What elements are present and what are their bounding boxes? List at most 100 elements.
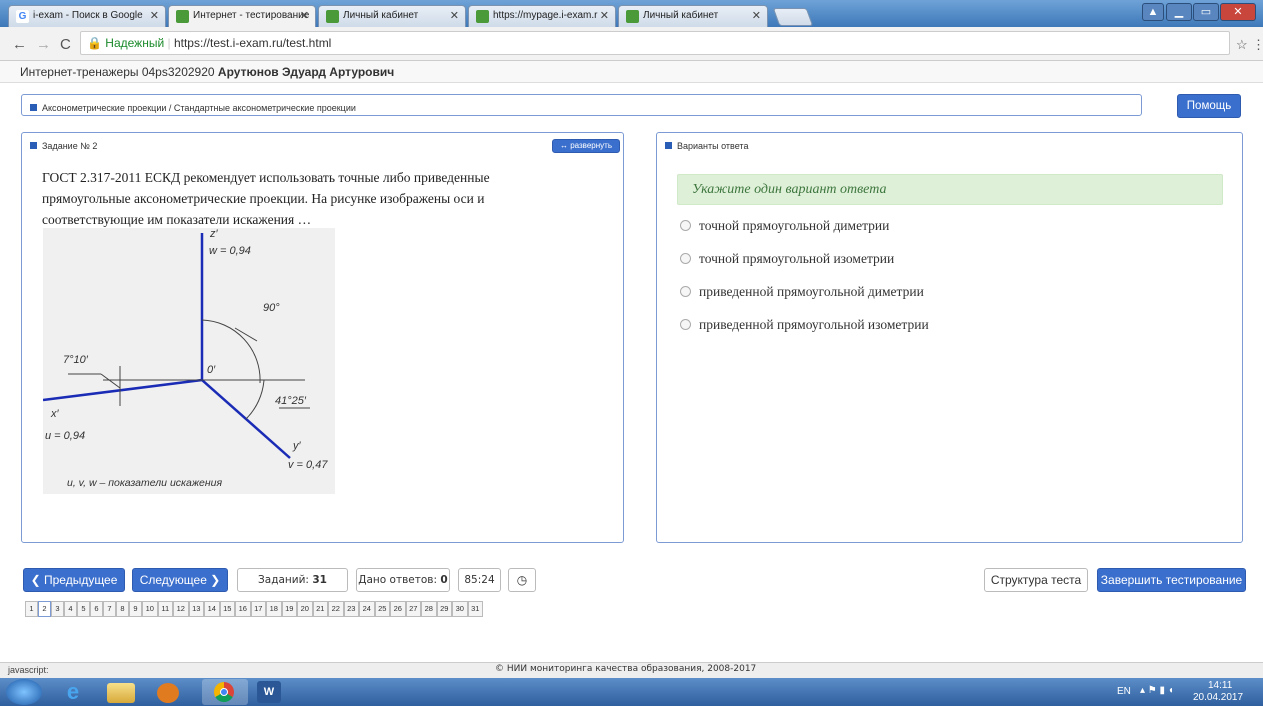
tab-google[interactable]: G i-exam - Поиск в Google ✕ bbox=[8, 5, 166, 27]
page-button[interactable]: 19 bbox=[281, 601, 297, 617]
close-icon[interactable]: ✕ bbox=[300, 9, 309, 22]
browser-tab-bar: G i-exam - Поиск в Google ✕ Интернет - т… bbox=[0, 0, 1263, 27]
finish-button[interactable]: Завершить тестирование bbox=[1097, 568, 1246, 592]
page-button[interactable]: 21 bbox=[312, 601, 328, 617]
page-button[interactable]: 17 bbox=[250, 601, 266, 617]
page-button[interactable]: 18 bbox=[266, 601, 282, 617]
page-button[interactable]: 9 bbox=[129, 601, 142, 617]
structure-button[interactable]: Структура теста bbox=[984, 568, 1088, 592]
radio-button[interactable] bbox=[680, 220, 691, 231]
google-icon: G bbox=[16, 10, 29, 23]
page-button[interactable]: 22 bbox=[328, 601, 344, 617]
back-icon[interactable]: ← bbox=[12, 36, 27, 53]
option-label: приведенной прямоугольной изометрии bbox=[699, 317, 929, 332]
page-button[interactable]: 27 bbox=[405, 601, 421, 617]
page-button[interactable]: 4 bbox=[64, 601, 77, 617]
restore-user-button[interactable]: ▲ bbox=[1142, 3, 1164, 21]
close-icon[interactable]: ✕ bbox=[752, 9, 761, 22]
z-label: z′ bbox=[210, 228, 218, 240]
question-text: ГОСТ 2.317-2011 ЕСКД рекомендует использ… bbox=[42, 170, 490, 227]
forward-icon[interactable]: → bbox=[36, 36, 51, 53]
page-button[interactable]: 25 bbox=[374, 601, 390, 617]
answered-count: 0 bbox=[440, 574, 448, 586]
star-icon[interactable]: ☆ bbox=[1236, 37, 1248, 53]
radio-button[interactable] bbox=[680, 319, 691, 330]
page-button[interactable]: 12 bbox=[173, 601, 189, 617]
close-icon[interactable]: ✕ bbox=[150, 9, 159, 22]
folder-icon[interactable] bbox=[107, 683, 135, 703]
page-button[interactable]: 7 bbox=[103, 601, 116, 617]
chrome-icon[interactable] bbox=[202, 679, 248, 705]
answered-label: Дано ответов: bbox=[358, 574, 438, 586]
answer-option-1[interactable]: точной прямоугольной диметрии bbox=[680, 218, 889, 234]
new-tab-button[interactable] bbox=[772, 8, 814, 26]
page-button[interactable]: 13 bbox=[188, 601, 204, 617]
page-button[interactable]: 23 bbox=[343, 601, 359, 617]
language-indicator[interactable]: EN bbox=[1117, 686, 1131, 697]
angle-90-label: 90° bbox=[263, 302, 280, 314]
secure-label: Надежный bbox=[105, 36, 165, 50]
bullet-icon bbox=[665, 142, 672, 149]
maximize-button[interactable]: ▭ bbox=[1193, 3, 1219, 21]
next-button[interactable]: Следующее ❯ bbox=[132, 568, 228, 592]
tasks-label: Заданий: bbox=[258, 574, 309, 586]
close-icon[interactable]: ✕ bbox=[600, 9, 609, 22]
tab-label: Интернет - тестирование bbox=[193, 10, 310, 21]
url-field[interactable]: 🔒 Надежный | https://test.i-exam.ru/test… bbox=[80, 31, 1230, 55]
user-name: Арутюнов Эдуард Артурович bbox=[217, 65, 395, 79]
page-button[interactable]: 6 bbox=[90, 601, 103, 617]
option-label: точной прямоугольной диметрии bbox=[699, 218, 890, 233]
page-button[interactable]: 11 bbox=[157, 601, 173, 617]
minimize-button[interactable]: ▁ bbox=[1166, 3, 1192, 21]
clock-button[interactable]: ◷ bbox=[508, 568, 536, 592]
clock-date[interactable]: 20.04.2017 bbox=[1193, 692, 1243, 703]
w-label: w = 0,94 bbox=[209, 245, 251, 257]
radio-button[interactable] bbox=[680, 286, 691, 297]
bullet-icon bbox=[30, 142, 37, 149]
page-button[interactable]: 2 bbox=[38, 601, 51, 617]
tray-icons[interactable]: ▴ ⚑ ▮ ◖ bbox=[1140, 685, 1174, 696]
task-title: Задание № 2 bbox=[42, 141, 98, 151]
answer-option-2[interactable]: точной прямоугольной изометрии bbox=[680, 251, 894, 267]
tab-cabinet-1[interactable]: Личный кабинет ✕ bbox=[318, 5, 466, 27]
task-panel: Задание № 2 ↔ развернуть ГОСТ 2.317-2011… bbox=[21, 132, 624, 543]
word-icon[interactable]: W bbox=[257, 681, 281, 703]
tab-testing[interactable]: Интернет - тестирование ✕ bbox=[168, 5, 316, 27]
page-button[interactable]: 31 bbox=[467, 601, 483, 617]
page-button[interactable]: 3 bbox=[51, 601, 64, 617]
answer-option-4[interactable]: приведенной прямоугольной изометрии bbox=[680, 317, 929, 333]
page-button[interactable]: 15 bbox=[219, 601, 235, 617]
page-button[interactable]: 8 bbox=[116, 601, 129, 617]
page-selector: 1 2 3 4 5 6 7 8 9 10 11 12 13 14 15 16 17 18 19 20 21 22 23 24 2… bbox=[25, 601, 483, 617]
close-icon[interactable]: ✕ bbox=[450, 9, 459, 22]
clock-time[interactable]: 14:11 bbox=[1208, 680, 1232, 691]
page-button[interactable]: 24 bbox=[359, 601, 375, 617]
page-button[interactable]: 26 bbox=[390, 601, 406, 617]
page-button[interactable]: 1 bbox=[25, 601, 38, 617]
page-button[interactable]: 20 bbox=[297, 601, 313, 617]
page-button[interactable]: 16 bbox=[235, 601, 251, 617]
radio-button[interactable] bbox=[680, 253, 691, 264]
expand-button[interactable]: ↔ развернуть bbox=[552, 139, 620, 153]
page-button[interactable]: 30 bbox=[452, 601, 468, 617]
media-player-icon[interactable] bbox=[157, 683, 179, 703]
page-button[interactable]: 10 bbox=[142, 601, 158, 617]
help-button[interactable]: Помощь bbox=[1177, 94, 1241, 118]
prev-button[interactable]: ❮ Предыдущее bbox=[23, 568, 125, 592]
option-label: приведенной прямоугольной диметрии bbox=[699, 284, 924, 299]
page-button[interactable]: 5 bbox=[77, 601, 90, 617]
start-button[interactable] bbox=[6, 679, 42, 705]
ie-icon[interactable]: e bbox=[56, 679, 90, 705]
answer-option-3[interactable]: приведенной прямоугольной диметрии bbox=[680, 284, 924, 300]
reload-icon[interactable]: C bbox=[60, 36, 71, 53]
menu-icon[interactable]: ⋮ bbox=[1252, 37, 1263, 53]
tab-cabinet-2[interactable]: Личный кабинет ✕ bbox=[618, 5, 768, 27]
tab-mypage[interactable]: https://mypage.i-exam.r ✕ bbox=[468, 5, 616, 27]
y-label: y′ bbox=[293, 440, 301, 452]
page-button[interactable]: 14 bbox=[204, 601, 220, 617]
lock-icon: 🔒 bbox=[87, 36, 102, 50]
close-window-button[interactable]: ✕ bbox=[1220, 3, 1256, 21]
angle-7-label: 7°10′ bbox=[63, 354, 88, 366]
page-button[interactable]: 28 bbox=[421, 601, 437, 617]
page-button[interactable]: 29 bbox=[436, 601, 452, 617]
